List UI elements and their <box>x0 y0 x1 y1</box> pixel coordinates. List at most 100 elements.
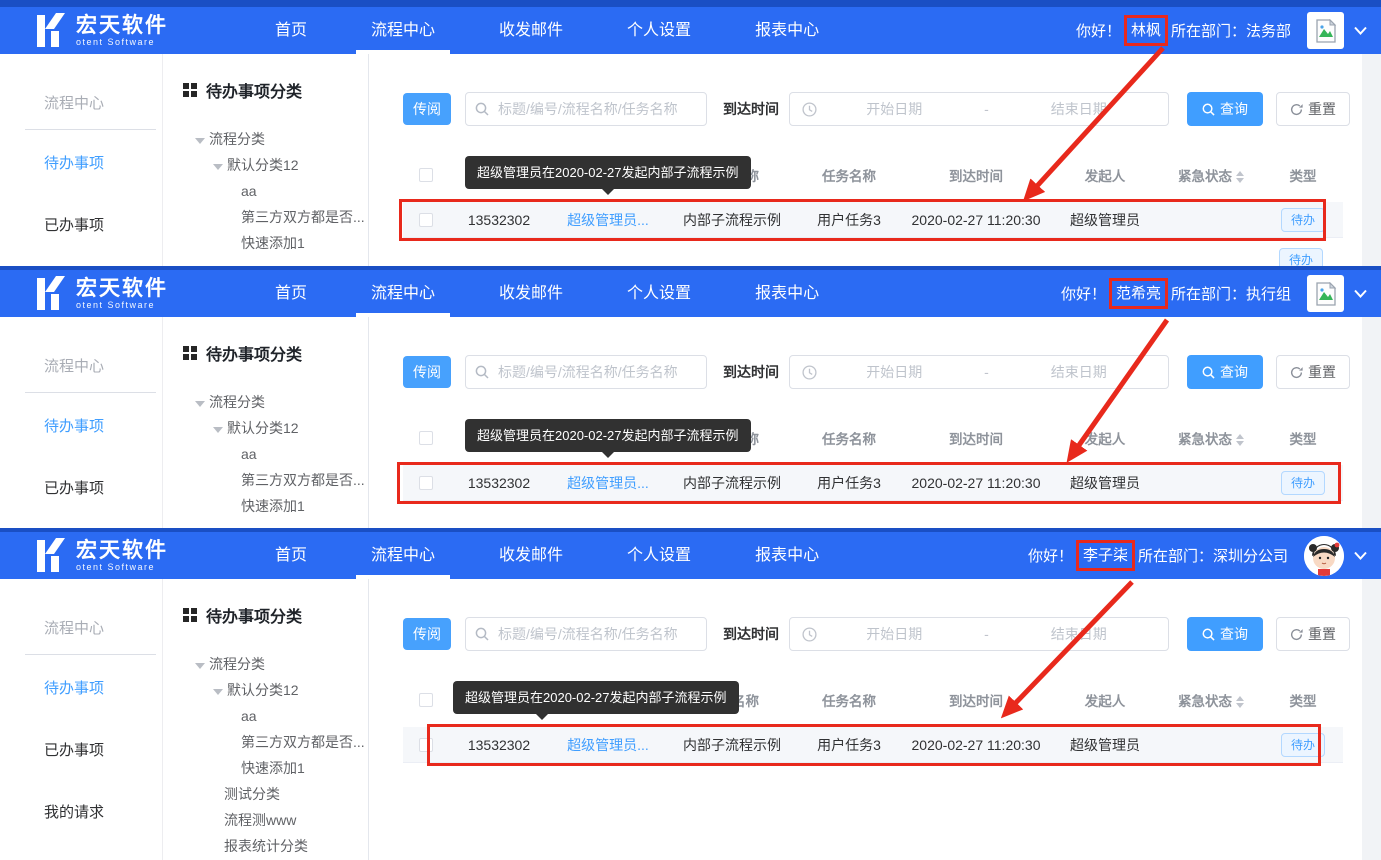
nav-item-mail[interactable]: 收发邮件 <box>484 7 578 54</box>
sort-icon[interactable] <box>1236 696 1244 708</box>
nav-item-mail[interactable]: 收发邮件 <box>484 270 578 317</box>
row-checkbox[interactable] <box>419 213 433 227</box>
col-header-task-name: 任务名称 <box>797 428 901 448</box>
tree-node-leaf[interactable]: 测试分类 <box>183 781 368 807</box>
reset-button[interactable]: 重置 <box>1276 92 1350 126</box>
select-all-checkbox[interactable] <box>419 431 433 445</box>
nav-item-report-center[interactable]: 报表中心 <box>740 532 834 579</box>
circulate-button[interactable]: 传阅 <box>403 356 451 388</box>
clock-icon <box>802 365 817 380</box>
table-row[interactable]: 13532302 超级管理员... 内部子流程示例 用户任务3 2020-02-… <box>403 202 1343 238</box>
table-row[interactable]: 13532302 超级管理员... 内部子流程示例 用户任务3 2020-02-… <box>403 465 1343 501</box>
caret-down-icon[interactable] <box>213 427 223 433</box>
sidebar-item-my-requests[interactable]: 我的请求 <box>44 801 162 822</box>
user-info: 你好！ 李子柒 所在部门：深圳分公司 <box>1028 540 1288 571</box>
cartoon-girl-avatar <box>1304 536 1344 576</box>
sidebar-item-done[interactable]: 已办事项 <box>44 214 162 235</box>
tree-node-process-category[interactable]: 流程分类 <box>183 651 368 677</box>
nav-item-report-center[interactable]: 报表中心 <box>740 7 834 54</box>
circulate-button[interactable]: 传阅 <box>403 93 451 125</box>
sort-icon[interactable] <box>1236 434 1244 446</box>
tree-node-leaf[interactable]: 快速添加1 <box>183 493 368 519</box>
nav-item-personal-settings[interactable]: 个人设置 <box>612 532 706 579</box>
end-date-placeholder[interactable]: 结束日期 <box>1002 624 1157 644</box>
tree-node-leaf[interactable]: 快速添加1 <box>183 230 368 256</box>
tree-node-default-category[interactable]: 默认分类12 <box>183 415 368 441</box>
date-range-picker[interactable]: 开始日期 - 结束日期 <box>789 92 1169 126</box>
tree-node-leaf[interactable]: aa <box>183 178 368 204</box>
date-range-picker[interactable]: 开始日期 - 结束日期 <box>789 617 1169 651</box>
nav-item-home[interactable]: 首页 <box>260 7 322 54</box>
cell-title-link[interactable]: 超级管理员... <box>549 735 667 755</box>
chevron-down-icon[interactable] <box>1354 551 1367 560</box>
tree-node-leaf[interactable]: 第三方双方都是否... <box>183 729 368 755</box>
tree-node-leaf[interactable]: 第三方双方都是否... <box>183 204 368 230</box>
nav-item-mail[interactable]: 收发邮件 <box>484 532 578 579</box>
select-all-checkbox[interactable] <box>419 168 433 182</box>
end-date-placeholder[interactable]: 结束日期 <box>1002 99 1157 119</box>
row-checkbox[interactable] <box>419 738 433 752</box>
tree-node-process-category[interactable]: 流程分类 <box>183 126 368 152</box>
nav-item-personal-settings[interactable]: 个人设置 <box>612 270 706 317</box>
nav-item-report-center[interactable]: 报表中心 <box>740 270 834 317</box>
clock-icon <box>802 627 817 642</box>
todo-table: 编号 标题 流程名称 任务名称 到达时间 发起人 紧急状态 类型 1353230… <box>403 148 1343 238</box>
tree-node-leaf[interactable]: 报表统计分类 <box>183 833 368 859</box>
table-row[interactable]: 13532302 超级管理员... 内部子流程示例 用户任务3 2020-02-… <box>403 727 1343 763</box>
reset-button[interactable]: 重置 <box>1276 617 1350 651</box>
cell-title-link[interactable]: 超级管理员... <box>549 210 667 230</box>
user-avatar[interactable] <box>1307 275 1344 312</box>
end-date-placeholder[interactable]: 结束日期 <box>1002 362 1157 382</box>
query-button[interactable]: 查询 <box>1187 355 1263 389</box>
select-all-checkbox[interactable] <box>419 693 433 707</box>
search-input[interactable] <box>465 617 707 651</box>
row-checkbox[interactable] <box>419 476 433 490</box>
tree-node-process-category[interactable]: 流程分类 <box>183 389 368 415</box>
start-date-placeholder[interactable]: 开始日期 <box>817 624 972 644</box>
user-info: 你好！ 林枫 所在部门：法务部 <box>1076 15 1291 46</box>
nav-item-process-center[interactable]: 流程中心 <box>356 270 450 317</box>
sort-icon[interactable] <box>1236 171 1244 183</box>
tree-node-leaf[interactable]: 流程测www <box>183 807 368 833</box>
search-input[interactable] <box>465 92 707 126</box>
cell-title-link[interactable]: 超级管理员... <box>549 473 667 493</box>
query-button[interactable]: 查询 <box>1187 92 1263 126</box>
nav-item-process-center[interactable]: 流程中心 <box>356 532 450 579</box>
chevron-down-icon[interactable] <box>1354 289 1367 298</box>
sidebar-item-todo[interactable]: 待办事项 <box>44 415 162 436</box>
sidebar-item-done[interactable]: 已办事项 <box>44 739 162 760</box>
caret-down-icon[interactable] <box>195 138 205 144</box>
caret-down-icon[interactable] <box>195 401 205 407</box>
chevron-down-icon[interactable] <box>1354 26 1367 35</box>
nav-item-home[interactable]: 首页 <box>260 532 322 579</box>
tree-node-default-category[interactable]: 默认分类12 <box>183 677 368 703</box>
sidebar-item-done[interactable]: 已办事项 <box>44 477 162 498</box>
tree-node-default-category[interactable]: 默认分类12 <box>183 152 368 178</box>
start-date-placeholder[interactable]: 开始日期 <box>817 362 972 382</box>
cell-initiator: 超级管理员 <box>1051 210 1159 230</box>
circulate-button[interactable]: 传阅 <box>403 618 451 650</box>
reset-button[interactable]: 重置 <box>1276 355 1350 389</box>
search-input[interactable] <box>465 355 707 389</box>
user-avatar[interactable] <box>1307 12 1344 49</box>
sidebar-item-todo[interactable]: 待办事项 <box>44 677 162 698</box>
col-header-urgency[interactable]: 紧急状态 <box>1159 165 1263 185</box>
caret-down-icon[interactable] <box>213 689 223 695</box>
date-range-picker[interactable]: 开始日期 - 结束日期 <box>789 355 1169 389</box>
sidebar-item-todo[interactable]: 待办事项 <box>44 152 162 173</box>
start-date-placeholder[interactable]: 开始日期 <box>817 99 972 119</box>
tree-node-leaf[interactable]: 快速添加1 <box>183 755 368 781</box>
user-avatar[interactable] <box>1304 536 1344 576</box>
tree-node-leaf[interactable]: aa <box>183 441 368 467</box>
nav-item-personal-settings[interactable]: 个人设置 <box>612 7 706 54</box>
caret-down-icon[interactable] <box>195 663 205 669</box>
col-header-urgency[interactable]: 紧急状态 <box>1159 690 1263 710</box>
query-button[interactable]: 查询 <box>1187 617 1263 651</box>
left-sidebar: 流程中心 待办事项 已办事项 我的请求 <box>0 54 163 266</box>
tree-node-leaf[interactable]: aa <box>183 703 368 729</box>
col-header-urgency[interactable]: 紧急状态 <box>1159 428 1263 448</box>
nav-item-home[interactable]: 首页 <box>260 270 322 317</box>
tree-node-leaf[interactable]: 第三方双方都是否... <box>183 467 368 493</box>
nav-item-process-center[interactable]: 流程中心 <box>356 7 450 54</box>
caret-down-icon[interactable] <box>213 164 223 170</box>
